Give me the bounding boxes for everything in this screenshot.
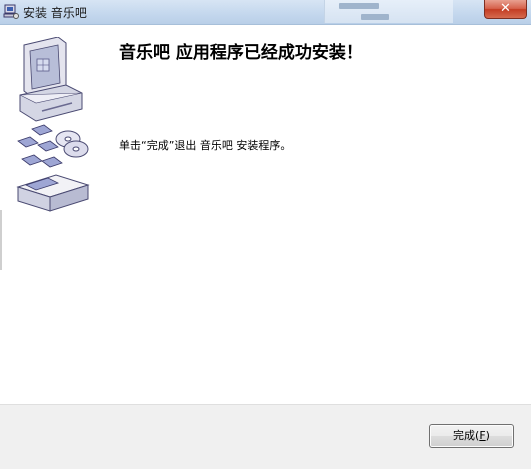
window-title: 安装 音乐吧 [23,6,87,20]
button-bar: 完成(F) [0,404,531,469]
success-heading: 音乐吧 应用程序已经成功安装！ [119,43,363,63]
installer-window: 安装 音乐吧 ✕ 音乐吧 应用程序已经成功安装！ 单击“完成”退出 音乐吧 安装… [0,0,531,469]
finish-label-prefix: 完成( [453,429,480,442]
main-panel: 音乐吧 应用程序已经成功安装！ 单击“完成”退出 音乐吧 安装程序。 [0,25,531,404]
close-button[interactable]: ✕ [484,0,527,19]
finish-label-suffix: ) [485,429,490,442]
computer-discs-box-illustration [16,37,90,212]
title-bar: 安装 音乐吧 ✕ [0,0,531,25]
installer-computer-icon [3,4,19,19]
close-icon: ✕ [500,1,511,16]
background-window-peek [324,0,453,23]
window-edge [0,210,2,270]
finish-instruction: 单击“完成”退出 音乐吧 安装程序。 [119,139,292,152]
finish-button[interactable]: 完成(F) [429,424,514,448]
